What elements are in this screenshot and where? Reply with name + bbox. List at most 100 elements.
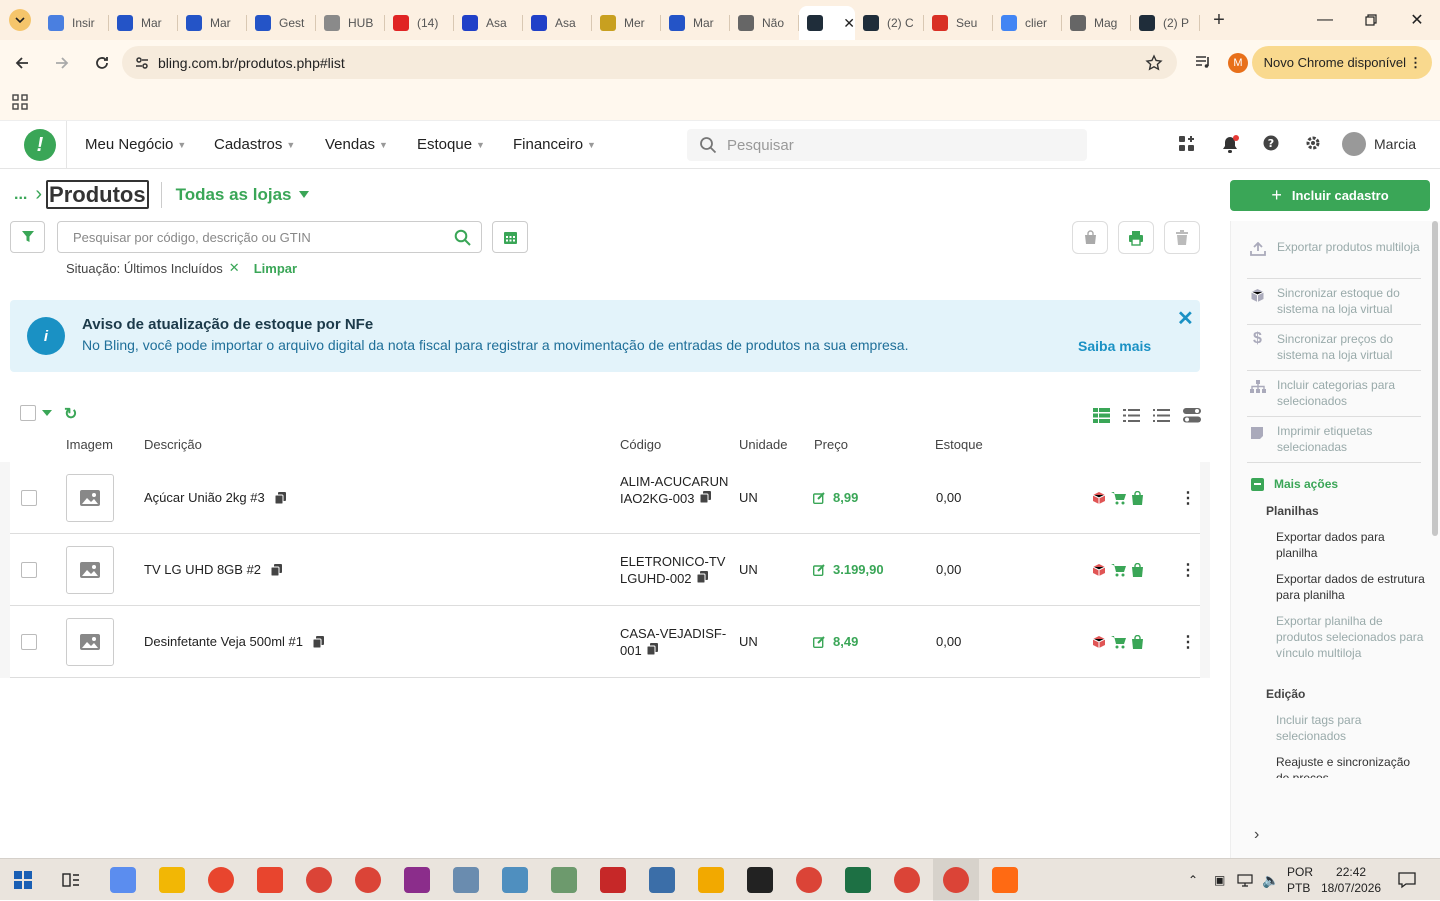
chrome-profile-icon[interactable] — [355, 867, 381, 893]
product-thumbnail[interactable] — [66, 546, 114, 594]
apps-grid-icon[interactable] — [12, 94, 28, 110]
apps-icon[interactable] — [1178, 135, 1195, 152]
chrome-profile-icon[interactable] — [306, 867, 332, 893]
compact-list-icon[interactable] — [1153, 408, 1170, 423]
browser-tab[interactable]: Asa — [523, 6, 592, 40]
input-language[interactable]: POR PTB — [1287, 864, 1313, 896]
row-menu-icon[interactable]: ⋮ — [1180, 560, 1196, 580]
volume-icon[interactable]: 🔈 — [1262, 859, 1279, 901]
new-tab-button[interactable]: + — [1204, 9, 1234, 32]
cart-icon[interactable] — [1111, 635, 1126, 649]
caret-down-icon[interactable] — [42, 410, 52, 416]
action-include-categories[interactable]: Incluir categorias para selecionados — [1247, 377, 1421, 417]
browser-tab[interactable]: HUB — [316, 6, 385, 40]
app-icon[interactable] — [502, 867, 528, 893]
reload-button[interactable] — [84, 55, 120, 71]
learn-more-link[interactable]: Saiba mais — [1078, 338, 1151, 354]
col-header-description[interactable]: Descrição — [144, 437, 202, 452]
filter-button[interactable] — [10, 221, 45, 253]
copy-icon[interactable] — [313, 635, 324, 648]
product-price[interactable]: 3.199,90 — [813, 562, 884, 577]
include-button[interactable]: + Incluir cadastro — [1230, 180, 1430, 211]
browser-tab[interactable]: (2) P — [1131, 6, 1200, 40]
bell-icon[interactable] — [1220, 135, 1240, 155]
copy-icon[interactable] — [271, 563, 283, 576]
remove-filter-icon[interactable]: ✕ — [229, 260, 240, 276]
box-icon[interactable] — [1092, 563, 1106, 577]
menu-financeiro[interactable]: Financeiro ▼ — [513, 136, 596, 153]
close-tab-icon[interactable]: ✕ — [843, 15, 855, 32]
action-export-multistore-sheet[interactable]: Exportar planilha de produtos selecionad… — [1276, 613, 1426, 661]
breadcrumb-ellipsis[interactable]: ... — [14, 186, 27, 204]
shopping-bag-icon[interactable] — [1131, 635, 1144, 649]
product-description[interactable]: Açúcar União 2kg #3 — [144, 490, 286, 505]
product-search-input[interactable]: Pesquisar por código, descrição ou GTIN — [57, 221, 482, 253]
sublime-icon[interactable] — [992, 867, 1018, 893]
browser-tab[interactable]: ✕ — [799, 6, 855, 40]
action-price-adjust[interactable]: Reajuste e sincronização de preços — [1276, 754, 1426, 778]
network-icon[interactable] — [1237, 859, 1253, 901]
box-icon[interactable] — [1092, 491, 1106, 505]
col-header-price[interactable]: Preço — [814, 437, 848, 452]
store-selector[interactable]: Todas as lojas — [176, 185, 310, 205]
browser-tab[interactable]: Mer — [592, 6, 661, 40]
shopping-bag-icon[interactable] — [1131, 563, 1144, 577]
app-icon[interactable] — [453, 867, 479, 893]
table-row[interactable]: TV LG UHD 8GB #2 ELETRONICO-TVLGUHD-002 U… — [10, 534, 1200, 606]
windows-start-icon[interactable] — [14, 871, 32, 889]
url-field[interactable]: bling.com.br/produtos.php#list — [122, 46, 1177, 79]
copy-icon[interactable] — [274, 491, 286, 504]
table-row[interactable]: Açúcar União 2kg #3 ALIM-ACUCARUNIAO2KG-0… — [10, 462, 1200, 534]
browser-tab[interactable]: Mag — [1062, 6, 1131, 40]
grid-view-icon[interactable] — [1093, 408, 1110, 423]
menu-estoque[interactable]: Estoque ▼ — [417, 136, 485, 153]
task-view-icon[interactable] — [62, 871, 80, 889]
browser-tab[interactable]: Asa — [454, 6, 523, 40]
product-price[interactable]: 8,99 — [813, 490, 858, 505]
chrome-icon[interactable] — [208, 867, 234, 893]
copy-icon[interactable] — [700, 490, 712, 503]
media-control-icon[interactable] — [1194, 53, 1212, 71]
gear-icon[interactable] — [1305, 135, 1321, 151]
forward-button[interactable] — [44, 55, 80, 71]
browser-tab[interactable]: (14) — [385, 6, 454, 40]
cart-icon[interactable] — [1111, 491, 1126, 505]
action-sync-stock[interactable]: Sincronizar estoque do sistema na loja v… — [1247, 285, 1421, 325]
excel-icon[interactable] — [845, 867, 871, 893]
profile-avatar[interactable]: M — [1228, 53, 1248, 73]
clock[interactable]: 22:42 18/07/2026 — [1321, 864, 1381, 896]
chrome-active-icon[interactable] — [943, 867, 969, 893]
user-menu[interactable]: Marcia — [1342, 132, 1416, 156]
copilot-icon[interactable] — [110, 867, 136, 893]
bling-logo[interactable]: ! — [24, 129, 56, 161]
action-export-structure-sheet[interactable]: Exportar dados de estrutura para planilh… — [1276, 571, 1426, 603]
browser-tab[interactable]: clier — [993, 6, 1062, 40]
tab-search-button[interactable] — [0, 0, 40, 40]
product-description[interactable]: TV LG UHD 8GB #2 — [144, 562, 283, 577]
restore-button[interactable] — [1348, 0, 1394, 40]
more-actions-toggle[interactable]: Mais ações — [1251, 477, 1338, 491]
row-menu-icon[interactable]: ⋮ — [1180, 632, 1196, 652]
edit-icon[interactable] — [813, 635, 833, 648]
browser-tab[interactable]: Mar — [178, 6, 247, 40]
app-icon[interactable] — [551, 867, 577, 893]
browser-tab[interactable]: Mar — [661, 6, 730, 40]
box-icon[interactable] — [1092, 635, 1106, 649]
minimize-button[interactable]: — — [1302, 0, 1348, 40]
browser-tab[interactable]: Insir — [40, 6, 109, 40]
action-include-tags[interactable]: Incluir tags para selecionados — [1276, 712, 1426, 744]
tray-chevron-up-icon[interactable]: ⌃ — [1188, 859, 1198, 901]
close-window-button[interactable]: ✕ — [1394, 0, 1440, 40]
calendar-button[interactable] — [492, 221, 528, 253]
files-icon[interactable] — [698, 867, 724, 893]
row-checkbox[interactable] — [21, 634, 37, 650]
search-icon[interactable] — [454, 229, 471, 246]
copy-icon[interactable] — [647, 643, 659, 655]
chevron-right-icon[interactable]: › — [1254, 826, 1259, 844]
edit-icon[interactable] — [813, 563, 833, 576]
tray-device-icon[interactable]: ▣ — [1214, 859, 1225, 901]
clear-filters-link[interactable]: Limpar — [254, 261, 297, 276]
close-icon[interactable]: ✕ — [1177, 306, 1194, 331]
bookmark-star-icon[interactable] — [1145, 54, 1163, 72]
action-export-multistore[interactable]: Exportar produtos multiloja — [1247, 239, 1421, 279]
